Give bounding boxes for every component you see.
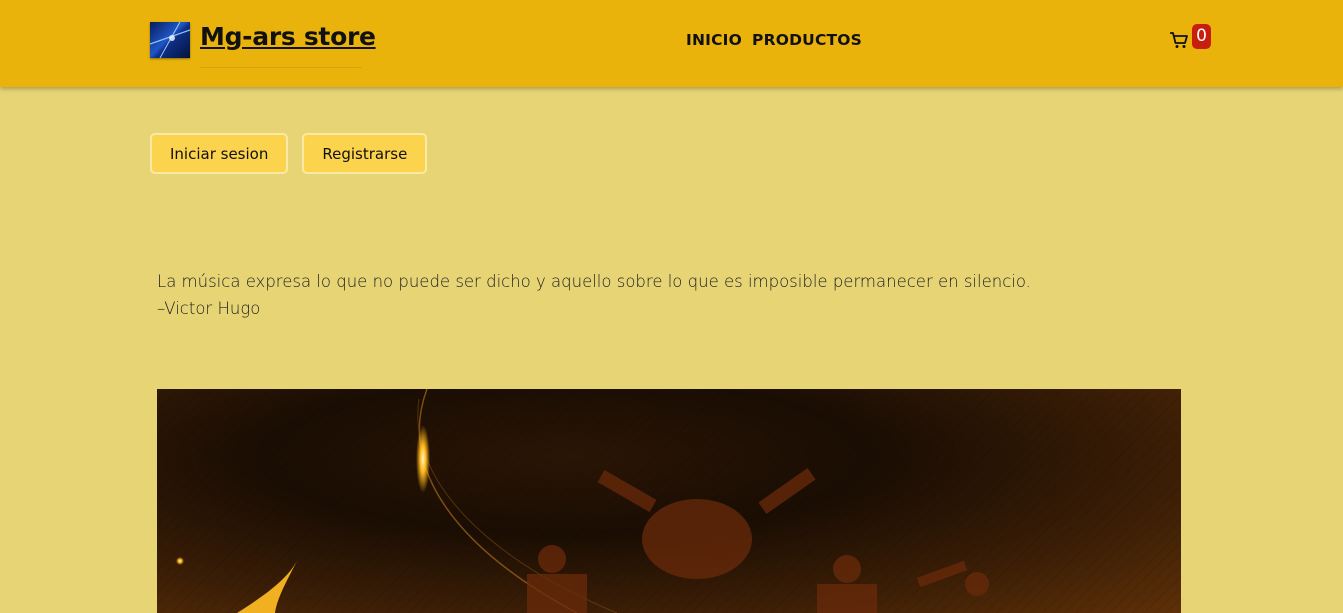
- quote-text: La música expresa lo que no puede ser di…: [157, 272, 1031, 291]
- logo-image[interactable]: [150, 22, 190, 58]
- cart-button[interactable]: 0: [1169, 24, 1211, 49]
- nav-link-inicio[interactable]: INICIO: [686, 31, 742, 49]
- site-header: Mg-ars store INICIO PRODUCTOS 0: [0, 0, 1343, 87]
- brand[interactable]: Mg-ars store: [150, 22, 376, 58]
- brand-divider: [200, 67, 362, 68]
- login-button[interactable]: Iniciar sesion: [150, 133, 289, 174]
- cart-icon[interactable]: [1169, 31, 1189, 49]
- auth-buttons: Iniciar sesion Registrarse: [150, 133, 428, 174]
- brand-name[interactable]: Mg-ars store: [200, 22, 376, 51]
- cart-count-badge: 0: [1192, 24, 1211, 49]
- nav-link-productos[interactable]: PRODUCTOS: [752, 31, 862, 49]
- register-button[interactable]: Registrarse: [302, 133, 428, 174]
- quote-author: –Victor Hugo: [157, 299, 261, 318]
- main-nav: INICIO PRODUCTOS: [686, 31, 862, 49]
- music-banner-image: [157, 389, 1181, 613]
- quote-block: La música expresa lo que no puede ser di…: [157, 268, 1031, 322]
